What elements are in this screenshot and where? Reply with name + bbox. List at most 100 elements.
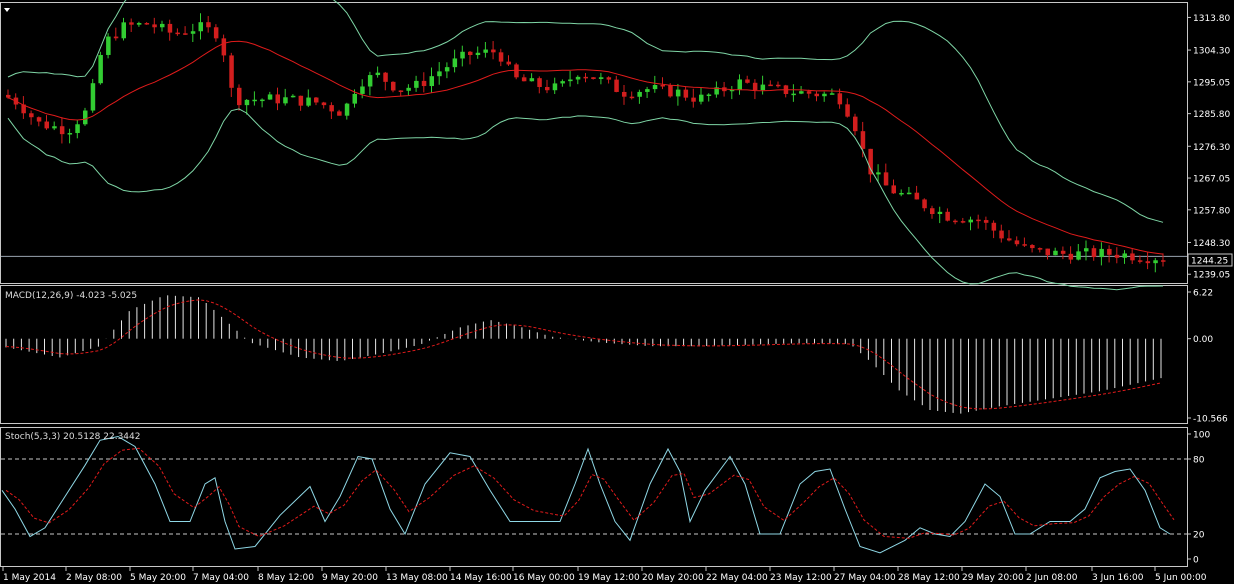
candle-body	[136, 23, 142, 25]
time-tick-label: 5 Jun 00:00	[1155, 573, 1207, 583]
candle-body	[144, 23, 150, 25]
candle-body	[514, 64, 519, 78]
price-tick-label: 1295.05	[1193, 78, 1230, 88]
candle-body	[113, 36, 119, 39]
candle-body	[1045, 248, 1050, 256]
candle-body	[637, 91, 642, 97]
candle-body	[1014, 240, 1020, 245]
candle-body	[983, 220, 989, 223]
time-tick-label: 9 May 20:00	[322, 573, 378, 583]
candle-body	[367, 75, 373, 87]
candle-body	[1084, 248, 1089, 252]
candle-body	[976, 219, 981, 222]
candle-body	[1053, 250, 1058, 256]
candle-body	[444, 67, 450, 72]
candle-body	[1076, 251, 1081, 260]
time-tick-label: 27 May 04:00	[834, 573, 896, 583]
time-tick-label: 1 May 2014	[3, 573, 56, 583]
trading-chart: 1313.80 1304.30 1295.05 1285.80 1276.30 1267.…	[0, 0, 1233, 583]
candle-body	[652, 85, 658, 90]
candle-body	[737, 79, 742, 90]
candle-body	[668, 85, 673, 97]
candle-body	[1161, 260, 1166, 262]
candle-body	[283, 97, 288, 104]
candle-body	[221, 38, 227, 56]
candle-body	[806, 91, 812, 94]
time-tick-label: 22 May 04:00	[706, 573, 768, 583]
candle-body	[375, 72, 381, 76]
candle-body	[468, 51, 473, 56]
candle-body	[421, 80, 427, 87]
candle-body	[344, 103, 350, 116]
candle-body	[629, 96, 635, 99]
candle-body	[360, 86, 365, 94]
candle-body	[860, 131, 866, 149]
candle-body	[568, 79, 573, 82]
candle-body	[876, 172, 881, 175]
candle-body	[1037, 248, 1043, 250]
candle-body	[260, 99, 265, 102]
candle-body	[483, 49, 488, 53]
candle-body	[829, 93, 835, 95]
candle-body	[429, 76, 434, 87]
candle-body	[352, 93, 357, 104]
candle-body	[160, 23, 165, 28]
time-tick-label: 20 May 20:00	[642, 573, 704, 583]
candle-body	[1007, 238, 1012, 241]
candle-body	[237, 87, 242, 106]
candle-body	[930, 208, 935, 215]
candle-body	[491, 49, 496, 53]
candle-body	[1030, 245, 1035, 249]
candle-body	[868, 148, 873, 175]
candle-body	[906, 192, 912, 195]
candle-body	[306, 97, 311, 106]
candle-body	[213, 27, 219, 39]
price-axis: 1313.80 1304.30 1295.05 1285.80 1276.30 1267.…	[1187, 14, 1230, 281]
candle-body	[822, 93, 827, 97]
candle-body	[383, 72, 388, 82]
macd-tick-label: 6.22	[1193, 289, 1213, 299]
candle-body	[44, 121, 49, 129]
candle-body	[167, 23, 173, 33]
stoch-tick-label: 0	[1193, 556, 1199, 566]
candle-body	[953, 220, 958, 223]
candle-body	[398, 90, 404, 92]
candle-body	[1107, 248, 1112, 255]
candle-body	[414, 80, 419, 88]
candle-body	[498, 52, 504, 62]
candle-body	[1022, 244, 1027, 246]
candle-body	[36, 117, 42, 122]
candle-body	[321, 102, 327, 106]
stoch-tick-label: 100	[1193, 431, 1210, 441]
candle-body	[106, 36, 111, 55]
candle-body	[244, 99, 250, 106]
candle-body	[814, 93, 819, 97]
candle-body	[914, 192, 920, 200]
candle-body	[29, 113, 34, 118]
candle-body	[206, 22, 211, 28]
candle-body	[121, 22, 126, 39]
candle-body	[791, 93, 796, 96]
current-price-label: 1244.25	[1191, 257, 1228, 267]
candle-body	[1114, 254, 1120, 258]
time-tick-label: 5 May 20:00	[130, 573, 186, 583]
candle-body	[229, 55, 234, 88]
candle-body	[59, 126, 65, 135]
candle-body	[1099, 248, 1104, 258]
time-tick-label: 14 May 16:00	[450, 573, 512, 583]
time-tick-label: 23 May 12:00	[770, 573, 832, 583]
price-tick-label: 1276.30	[1193, 143, 1230, 153]
candle-body	[152, 24, 157, 28]
candle-body	[290, 95, 296, 98]
candle-body	[622, 91, 627, 97]
candle-body	[991, 222, 997, 231]
candle-body	[1145, 261, 1151, 264]
candle-body	[252, 99, 257, 102]
candle-body	[660, 85, 665, 87]
candle-body	[691, 97, 696, 102]
candle-body	[391, 81, 396, 91]
candle-body	[83, 110, 88, 125]
candle-body	[1122, 253, 1127, 258]
candle-body	[706, 94, 712, 96]
candle-body	[1153, 260, 1158, 264]
